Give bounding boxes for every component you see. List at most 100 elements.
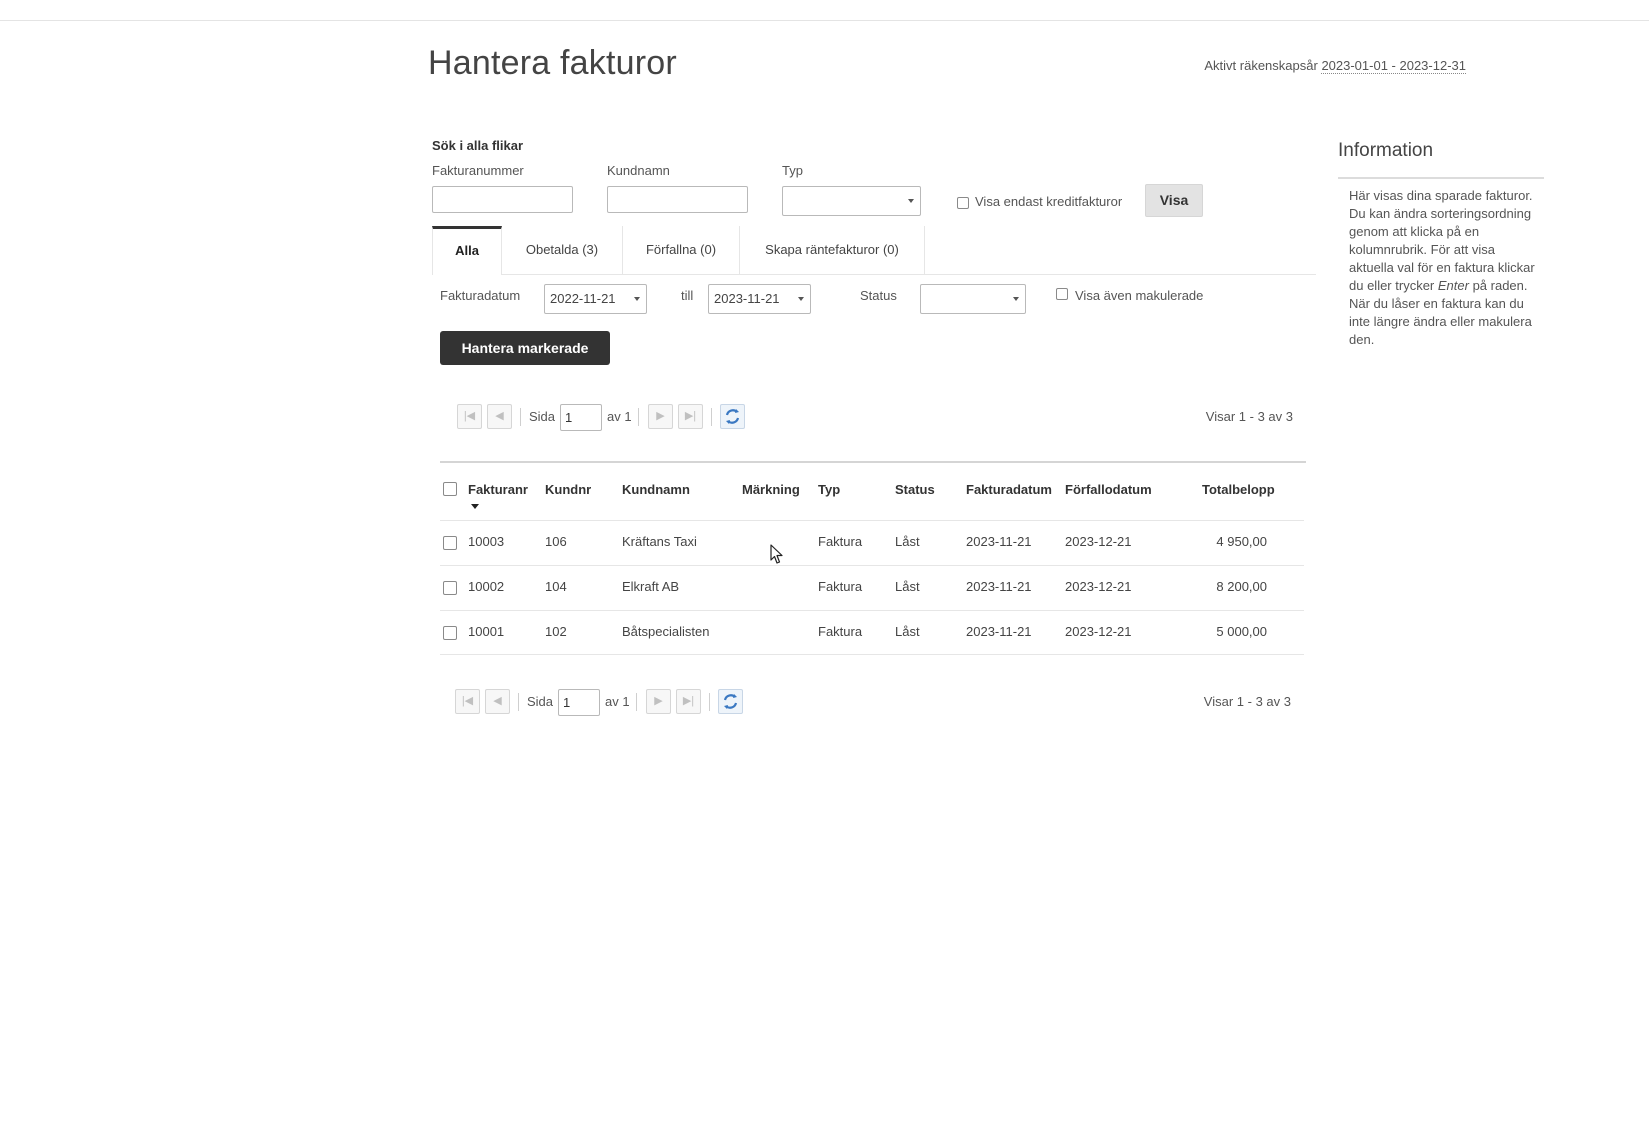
pager-divider	[518, 693, 519, 711]
table-top-border	[440, 461, 1306, 463]
tab-overdue[interactable]: Förfallna (0)	[623, 226, 740, 274]
tab-interest-invoices[interactable]: Skapa räntefakturor (0)	[740, 226, 925, 274]
column-header-total[interactable]: Totalbelopp	[1202, 482, 1275, 497]
row-checkbox[interactable]	[443, 626, 457, 640]
cell-type: Faktura	[818, 624, 863, 639]
cell-total: 8 200,00	[1216, 579, 1267, 594]
table-header-divider	[440, 520, 1304, 521]
cell-status: Låst	[895, 624, 920, 639]
date-from-select[interactable]: 2022-11-21	[544, 284, 647, 314]
cell-customer-number: 104	[545, 579, 567, 594]
refresh-icon[interactable]	[720, 404, 745, 429]
cell-total: 5 000,00	[1216, 624, 1267, 639]
page-input[interactable]: 1	[558, 689, 600, 716]
pager-divider	[709, 693, 710, 711]
pager-divider	[520, 408, 521, 426]
pager-divider	[636, 693, 637, 711]
show-button[interactable]: Visa	[1145, 184, 1203, 217]
mouse-cursor-icon	[770, 544, 783, 564]
customer-name-input[interactable]	[607, 186, 748, 213]
tab-all[interactable]: Alla	[432, 226, 502, 275]
cell-invoice-date: 2023-11-21	[966, 534, 1032, 549]
column-header-customer-number[interactable]: Kundnr	[545, 482, 591, 497]
sidebar-help-text: Här visas dina sparade fakturor. Du kan …	[1349, 187, 1539, 349]
date-to-value: 2023-11-21	[714, 291, 780, 306]
column-header-invoice-date[interactable]: Fakturadatum	[966, 482, 1052, 497]
invoice-date-label: Fakturadatum	[440, 288, 521, 303]
search-heading: Sök i alla flikar	[432, 138, 524, 153]
cell-invoice-number: 10001	[468, 624, 505, 639]
credit-only-label[interactable]: Visa endast kreditfakturor	[975, 194, 1122, 209]
cell-customer-number: 106	[545, 534, 567, 549]
fiscal-year-label: Aktivt räkenskapsår	[1204, 58, 1318, 73]
cell-customer-number: 102	[545, 624, 567, 639]
cell-due-date: 2023-12-21	[1065, 534, 1132, 549]
refresh-icon[interactable]	[718, 689, 743, 714]
prev-page-icon[interactable]: ◀	[485, 689, 510, 714]
cell-status: Låst	[895, 579, 920, 594]
chevron-down-icon	[908, 199, 914, 203]
row-checkbox[interactable]	[443, 536, 457, 550]
page-label: Sida	[529, 409, 556, 424]
fiscal-year-link[interactable]: 2023-01-01 - 2023-12-31	[1321, 58, 1466, 74]
page-title: Hantera fakturor	[428, 44, 677, 82]
row-divider	[440, 654, 1304, 655]
column-header-type[interactable]: Typ	[818, 482, 840, 497]
cell-invoice-number: 10003	[468, 534, 505, 549]
prev-page-icon[interactable]: ◀	[487, 404, 512, 429]
show-voided-label[interactable]: Visa även makulerade	[1075, 288, 1203, 303]
help-text-enter: Enter	[1437, 278, 1469, 293]
status-label: Status	[860, 288, 897, 303]
pager-divider	[711, 408, 712, 426]
column-header-invoice-number[interactable]: Fakturanr	[468, 482, 528, 497]
chevron-down-icon	[1013, 297, 1019, 301]
first-page-icon[interactable]: |◀	[455, 689, 480, 714]
cell-due-date: 2023-12-21	[1065, 579, 1132, 594]
select-all-checkbox[interactable]	[443, 482, 457, 496]
to-label: till	[681, 288, 694, 303]
show-voided-checkbox[interactable]	[1056, 288, 1068, 300]
column-header-due-date[interactable]: Förfallodatum	[1065, 482, 1152, 497]
manage-selected-button[interactable]: Hantera markerade	[440, 331, 610, 365]
cell-status: Låst	[895, 534, 920, 549]
date-from-value: 2022-11-21	[550, 291, 616, 306]
last-page-icon[interactable]: ▶|	[676, 689, 701, 714]
row-divider	[440, 565, 1304, 566]
cell-invoice-date: 2023-11-21	[966, 579, 1032, 594]
pager-summary: Visar 1 - 3 av 3	[1205, 409, 1293, 424]
cell-invoice-number: 10002	[468, 579, 505, 594]
sidebar-title: Information	[1338, 140, 1434, 161]
status-select[interactable]	[920, 284, 1026, 314]
column-header-customer-name[interactable]: Kundnamn	[622, 482, 690, 497]
page-label: Sida	[527, 694, 554, 709]
tab-bar: Alla Obetalda (3) Förfallna (0) Skapa rä…	[432, 226, 1316, 275]
cell-customer-name: Elkraft AB	[622, 579, 680, 594]
cell-invoice-date: 2023-11-21	[966, 624, 1032, 639]
fiscal-year-info: Aktivt räkenskapsår 2023-01-01 - 2023-12…	[1204, 58, 1466, 74]
pager-summary: Visar 1 - 3 av 3	[1203, 694, 1291, 709]
invoice-number-input[interactable]	[432, 186, 573, 213]
cell-customer-name: Båtspecialisten	[622, 624, 710, 639]
cell-customer-name: Kräftans Taxi	[622, 534, 697, 549]
page-count: av 1	[607, 409, 632, 424]
page-count: av 1	[605, 694, 630, 709]
sort-descending-icon	[471, 504, 479, 509]
credit-only-checkbox[interactable]	[957, 197, 969, 209]
first-page-icon[interactable]: |◀	[457, 404, 482, 429]
pager-divider	[638, 408, 639, 426]
cell-type: Faktura	[818, 579, 863, 594]
column-header-status[interactable]: Status	[895, 482, 935, 497]
page-input[interactable]: 1	[560, 404, 602, 431]
date-to-select[interactable]: 2023-11-21	[708, 284, 811, 314]
next-page-icon[interactable]: ▶	[646, 689, 671, 714]
column-header-marking[interactable]: Märkning	[742, 482, 800, 497]
top-divider	[0, 20, 1649, 21]
next-page-icon[interactable]: ▶	[648, 404, 673, 429]
type-select[interactable]	[782, 186, 921, 216]
last-page-icon[interactable]: ▶|	[678, 404, 703, 429]
chevron-down-icon	[798, 297, 804, 301]
tab-unpaid[interactable]: Obetalda (3)	[502, 226, 623, 274]
sidebar-divider	[1338, 177, 1544, 179]
row-divider	[440, 610, 1304, 611]
row-checkbox[interactable]	[443, 581, 457, 595]
